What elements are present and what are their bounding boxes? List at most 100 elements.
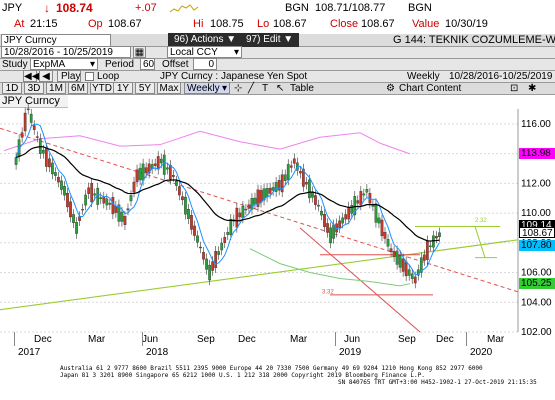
candle <box>178 186 181 196</box>
x-month-label: Jun <box>344 334 361 345</box>
y-tick-label: 106.00 <box>521 268 552 279</box>
range-button-1y[interactable]: 1Y <box>113 82 133 94</box>
range-button-3d[interactable]: 3D <box>24 82 44 94</box>
year-divider <box>14 332 15 346</box>
x-month-label: Mar <box>487 334 505 345</box>
candle <box>220 242 224 251</box>
price-tag: 113.98 <box>519 148 555 160</box>
candle <box>341 217 345 224</box>
chart-content-button[interactable]: Chart Content <box>399 82 461 95</box>
candle <box>129 195 133 202</box>
x-month-label: Dec <box>34 334 52 345</box>
candle <box>26 108 30 111</box>
price-chart[interactable]: JPY Curncy 116.00114.00112.00110.00108.0… <box>0 95 555 400</box>
frequency-select[interactable]: Weekly ▾ <box>184 82 230 94</box>
text-tool-icon[interactable]: T <box>262 82 268 95</box>
candle <box>235 207 239 228</box>
candle <box>274 182 278 192</box>
candle <box>320 210 323 216</box>
candle <box>211 261 214 271</box>
rewind-icon[interactable]: ◀◀ <box>23 70 39 82</box>
x-month-label: Dec <box>436 334 454 345</box>
candle <box>205 258 208 270</box>
frequency-value: Weekly <box>187 83 220 94</box>
settings-icon[interactable]: ⊡ <box>510 82 518 95</box>
candle <box>51 162 54 175</box>
x-axis: Dec Mar Jun Sep Dec Mar Jun Sep Dec Mar 2017 2018 20… <box>0 332 555 362</box>
candle <box>329 227 332 244</box>
loop-checkbox[interactable] <box>85 72 94 81</box>
table-label[interactable]: Table <box>290 82 314 95</box>
candle <box>156 156 160 170</box>
price-tag: 108.67 <box>519 227 555 239</box>
candle <box>286 164 290 181</box>
range-button-6m[interactable]: 6M <box>68 82 88 94</box>
chevron-down-icon: ▼ <box>226 34 237 45</box>
date-range-field[interactable]: 10/28/2016 - 10/25/2019 <box>1 46 131 58</box>
draw-line-icon[interactable]: ╱ <box>248 82 254 95</box>
candle <box>32 125 36 130</box>
candle <box>23 112 27 132</box>
year-divider <box>466 332 467 346</box>
candle <box>344 214 348 220</box>
candle <box>429 245 432 248</box>
edit-menu-button[interactable]: 97) Edit ▼ <box>240 33 300 47</box>
period-input[interactable]: 60 <box>140 58 155 70</box>
candle <box>111 197 115 215</box>
candle <box>57 176 60 183</box>
candle <box>78 216 81 221</box>
candle <box>69 201 72 218</box>
candle <box>404 261 408 277</box>
crosshair-icon[interactable]: ⊹ <box>234 82 242 95</box>
pointer-icon[interactable]: ↖ <box>276 82 284 95</box>
candle <box>298 171 302 174</box>
candle <box>14 157 18 165</box>
x-month-label: Jun <box>142 334 159 345</box>
actions-menu-button[interactable]: 96) Actions ▼ <box>168 33 243 47</box>
candle <box>193 225 196 236</box>
currency-select[interactable]: Local CCY ▾ <box>167 46 242 58</box>
candle <box>244 208 248 211</box>
range-button-ytd[interactable]: YTD <box>90 82 114 94</box>
x-month-label: Mar <box>290 334 308 345</box>
candle <box>283 174 287 181</box>
range-button-1d[interactable]: 1D <box>2 82 22 94</box>
candle <box>410 273 414 279</box>
actions-menu-number: 96) <box>174 34 189 45</box>
support-trendline <box>0 239 519 311</box>
open-value: 108.67 <box>108 18 142 30</box>
candle <box>374 203 378 223</box>
footer-contacts-line: Australia 61 2 9777 8600 Brazil 5511 239… <box>60 365 483 372</box>
candle <box>247 204 251 209</box>
candle <box>159 158 163 164</box>
x-year-label: 2017 <box>18 347 41 358</box>
chart-content-icon[interactable]: ⚙ <box>386 82 395 95</box>
range-button-1m[interactable]: 1M <box>46 82 66 94</box>
candle <box>392 251 396 257</box>
candle <box>60 180 63 190</box>
low-value: 108.67 <box>273 18 307 30</box>
candle <box>401 258 405 272</box>
chevron-down-icon: ▼ <box>283 34 294 45</box>
candle <box>63 186 66 196</box>
candle <box>72 214 75 223</box>
study-select[interactable]: ExpMA ▾ <box>30 58 98 70</box>
play-button[interactable]: Play <box>57 70 81 82</box>
candle <box>93 193 97 196</box>
edit-menu-label: Edit <box>263 34 281 45</box>
offset-input[interactable]: 0 <box>193 58 217 70</box>
gear-icon[interactable]: ✱ <box>528 82 536 95</box>
year-divider <box>142 332 143 346</box>
candle <box>105 198 109 206</box>
period-range-label: 10/28/2016-10/25/2019 <box>449 71 553 82</box>
range-button-max[interactable]: Max <box>157 82 181 94</box>
step-back-icon[interactable]: ◀ <box>39 70 53 82</box>
bloomberg-footer: Australia 61 2 9777 8600 Brazil 5511 239… <box>0 362 555 400</box>
y-tick-label: 116.00 <box>521 119 551 130</box>
range-button-5y[interactable]: 5Y <box>135 82 155 94</box>
candle <box>54 172 57 176</box>
calendar-icon[interactable]: ▦ <box>133 46 146 58</box>
high-label: Hi <box>193 18 204 30</box>
edit-menu-number: 97) <box>246 34 261 45</box>
y-tick-label: 110.00 <box>521 208 551 219</box>
